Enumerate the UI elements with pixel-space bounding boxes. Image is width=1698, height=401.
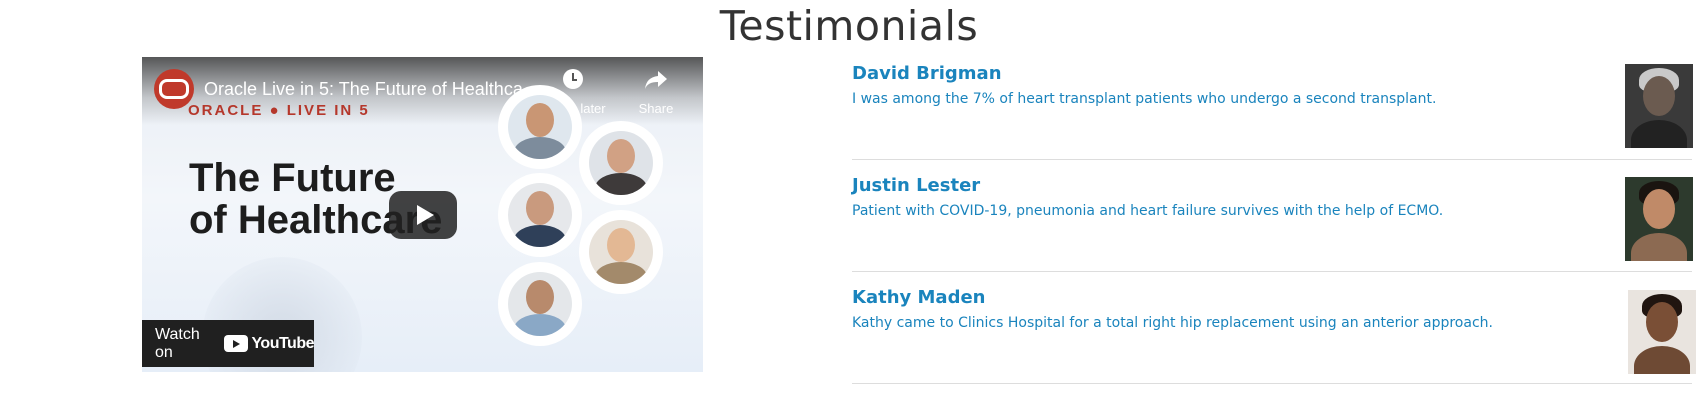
testimonial-name-link[interactable]: Justin Lester (852, 175, 980, 196)
speaker-avatar (579, 121, 663, 205)
share-label: Share (638, 101, 674, 116)
play-button[interactable] (389, 191, 457, 239)
share-button[interactable]: Share (621, 69, 691, 116)
testimonial-photo[interactable] (1625, 64, 1693, 148)
testimonial-item: Kathy Maden Kathy came to Clinics Hospit… (852, 287, 1696, 384)
youtube-label: YouTube (251, 334, 314, 352)
video-player[interactable]: Oracle Live in 5: The Future of Healthca… (142, 57, 703, 372)
testimonial-quote: I was among the 7% of heart transplant p… (852, 91, 1437, 107)
speaker-avatar (498, 173, 582, 257)
testimonial-quote: Kathy came to Clinics Hospital for a tot… (852, 315, 1493, 331)
youtube-logo-icon: YouTube (224, 335, 314, 353)
testimonial-item: Justin Lester Patient with COVID-19, pne… (852, 175, 1693, 272)
speaker-avatar (498, 262, 582, 346)
page-title: Testimonials (719, 2, 979, 50)
share-arrow-icon (621, 69, 691, 95)
testimonial-photo[interactable] (1628, 290, 1696, 374)
testimonial-quote: Patient with COVID-19, pneumonia and hea… (852, 203, 1444, 219)
watch-on-label: Watch on (155, 325, 200, 361)
video-title-link[interactable]: Oracle Live in 5: The Future of Healthca… (204, 79, 544, 100)
video-brand-text: ORACLE ● LIVE IN 5 (188, 102, 370, 119)
speaker-avatar (579, 210, 663, 294)
speaker-avatar (498, 85, 582, 169)
play-icon (416, 205, 434, 225)
watch-on-youtube-button[interactable]: Watch on YouTube (142, 320, 314, 367)
testimonial-name-link[interactable]: David Brigman (852, 63, 1002, 84)
testimonial-photo[interactable] (1625, 177, 1693, 261)
testimonial-item: David Brigman I was among the 7% of hear… (852, 63, 1693, 160)
testimonial-name-link[interactable]: Kathy Maden (852, 287, 985, 308)
